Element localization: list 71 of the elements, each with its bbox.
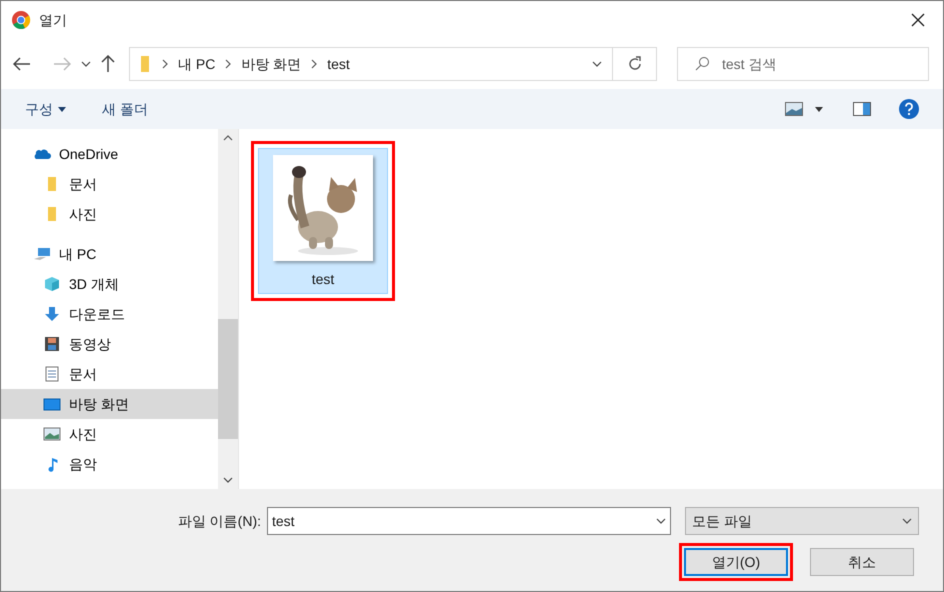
breadcrumb-item[interactable]: 내 PC <box>178 54 216 74</box>
close-icon <box>911 13 925 27</box>
sidebar-item[interactable]: 다운로드 <box>1 299 218 329</box>
chevron-down-icon <box>656 518 666 524</box>
address-bar[interactable]: 내 PC 바탕 화면 test <box>129 47 657 81</box>
filename-input[interactable]: test <box>272 510 656 532</box>
download-arrow-icon <box>43 306 61 322</box>
breadcrumb-separator-icon <box>225 59 232 69</box>
scrollbar-thumb[interactable] <box>218 319 238 439</box>
film-icon <box>43 336 61 352</box>
file-item[interactable]: test <box>258 148 388 294</box>
sidebar-item[interactable]: 내 PC <box>1 239 218 269</box>
sidebar-label: 문서 <box>69 364 97 384</box>
preview-pane-icon[interactable] <box>853 102 871 116</box>
sidebar-label: 동영상 <box>69 334 111 354</box>
sidebar-item[interactable]: 문서 <box>1 359 218 389</box>
sidebar-label: 내 PC <box>59 244 96 264</box>
address-dropdown-icon <box>592 61 602 67</box>
document-icon <box>43 366 61 382</box>
sidebar-item[interactable]: 사진 <box>1 199 218 229</box>
computer-icon <box>33 246 51 262</box>
scroll-up-icon[interactable] <box>223 135 233 141</box>
sidebar-item[interactable]: 3D 개체 <box>1 269 218 299</box>
refresh-icon[interactable] <box>626 56 642 72</box>
folder-icon <box>48 207 56 221</box>
app-logo-icon <box>11 10 31 30</box>
cancel-button[interactable]: 취소 <box>810 548 914 576</box>
sidebar-label: 사진 <box>69 424 97 444</box>
folder-icon <box>48 177 56 191</box>
caret-icon[interactable] <box>815 106 823 112</box>
breadcrumb-item[interactable]: test <box>327 54 350 74</box>
search-field[interactable]: test 검색 <box>677 47 929 81</box>
sidebar-label: 사진 <box>69 204 97 224</box>
scroll-down-icon <box>223 477 233 483</box>
sidebar-item[interactable]: 문서 <box>1 169 218 199</box>
new-folder-button[interactable]: 새 폴더 <box>102 98 148 120</box>
cube-icon <box>43 276 61 292</box>
sidebar-label: OneDrive <box>59 144 118 164</box>
sidebar-item[interactable]: 바탕 화면 <box>1 389 218 419</box>
back-arrow-icon[interactable] <box>13 57 31 71</box>
filename-label: 파일 이름(N): <box>178 512 261 531</box>
sidebar-label: 바탕 화면 <box>69 394 129 414</box>
organize-button[interactable]: 구성 <box>25 98 66 120</box>
breadcrumb-separator-icon <box>162 59 168 69</box>
chevron-down-icon <box>902 518 912 524</box>
breadcrumb-item[interactable]: 바탕 화면 <box>241 54 302 74</box>
folder-icon <box>140 55 152 73</box>
view-image-icon[interactable] <box>785 102 803 116</box>
search-input[interactable]: test 검색 <box>722 54 902 74</box>
caret-icon <box>58 106 66 112</box>
breadcrumb-separator-icon <box>311 59 318 69</box>
window-title: 열기 <box>39 10 67 30</box>
recent-dropdown-icon <box>81 61 91 67</box>
file-name: test <box>312 270 334 289</box>
sidebar-item[interactable]: 동영상 <box>1 329 218 359</box>
monitor-icon <box>43 396 61 412</box>
sidebar-item[interactable]: 음악 <box>1 449 218 479</box>
image-icon <box>43 426 61 442</box>
sidebar-item[interactable]: OneDrive <box>1 139 218 169</box>
scrollbar[interactable] <box>218 129 238 489</box>
filename-field[interactable]: test <box>267 507 671 535</box>
sidebar-label: 다운로드 <box>69 304 125 324</box>
sidebar-label: 음악 <box>69 454 97 474</box>
sidebar-label: 문서 <box>69 174 97 194</box>
file-type-dropdown[interactable]: 모든 파일 <box>685 507 919 535</box>
search-icon <box>694 56 710 72</box>
sidebar-label: 3D 개체 <box>69 274 119 294</box>
up-arrow-icon[interactable] <box>101 55 115 73</box>
sidebar-item[interactable]: 사진 <box>1 419 218 449</box>
help-icon[interactable] <box>899 99 919 119</box>
open-button[interactable]: 열기(O) <box>684 548 788 576</box>
